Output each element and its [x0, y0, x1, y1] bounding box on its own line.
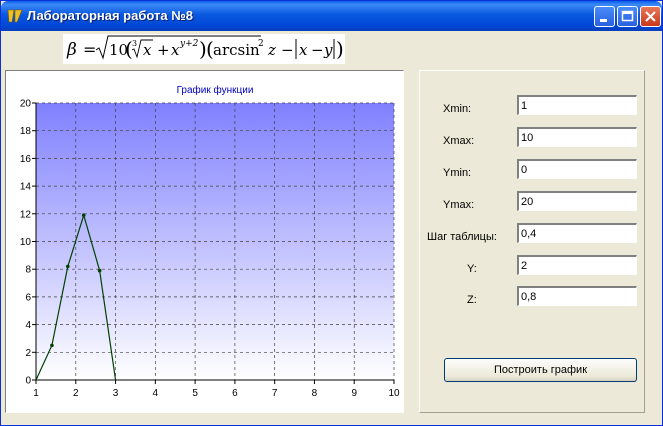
- title-bar[interactable]: Лабораторная работа №8: [1, 1, 662, 31]
- app-icon: [7, 9, 23, 23]
- x-tick-label: 5: [192, 388, 198, 399]
- parameters-panel: Xmin: Xmax: Ymin: Ymax: Шаг таблицы: Y: …: [419, 70, 645, 413]
- y-tick-label: 16: [20, 154, 32, 165]
- xmin-label: Xmin:: [443, 103, 472, 115]
- y-tick-label: 12: [20, 209, 32, 220]
- function-chart: 1 2 3 4 5 6 7 8 9 1002468101214161820 График функ…: [20, 84, 400, 399]
- formula-x2: x: [171, 41, 180, 59]
- formula-image: β = 10 ( 3 x + x y+2 ) ( arcsin 2 z − x …: [63, 34, 345, 64]
- xmin-input[interactable]: [517, 95, 637, 115]
- build-graph-button[interactable]: Построить график: [444, 358, 637, 382]
- y-tick-label: 4: [25, 320, 31, 331]
- minimize-button[interactable]: [594, 6, 615, 27]
- formula-x3: x: [299, 41, 308, 59]
- formula-arcsin: arcsin: [213, 41, 260, 59]
- xmax-label: Xmax:: [443, 135, 475, 147]
- z-label: Z:: [467, 294, 477, 306]
- plot-area: [36, 103, 394, 380]
- formula-beta: β: [66, 40, 77, 60]
- x-tick-label: 3: [113, 388, 119, 399]
- y-input[interactable]: [517, 255, 637, 275]
- formula-x1: x: [143, 41, 152, 59]
- formula-exponent: y+2: [179, 39, 199, 49]
- minimize-icon: [600, 19, 607, 22]
- y-tick-label: 14: [20, 182, 32, 193]
- y-tick-label: 8: [25, 265, 31, 276]
- close-icon: [645, 11, 656, 22]
- series-point: [50, 343, 54, 348]
- x-tick-label: 8: [312, 388, 318, 399]
- step-input[interactable]: [517, 223, 637, 243]
- formula-y: y: [323, 41, 333, 59]
- y-tick-label: 0: [25, 376, 31, 387]
- xmax-input[interactable]: [517, 127, 637, 147]
- y-tick-label: 10: [20, 237, 32, 248]
- ymax-input[interactable]: [517, 191, 637, 211]
- step-label: Шаг таблицы:: [427, 231, 497, 243]
- x-tick-label: 4: [153, 388, 159, 399]
- formula-minus2: −: [311, 41, 324, 59]
- y-tick-label: 2: [25, 348, 31, 359]
- y-tick-label: 18: [20, 126, 32, 137]
- formula-minus1: −: [281, 41, 294, 59]
- window-title: Лабораторная работа №8: [27, 8, 193, 23]
- formula-plus: +: [157, 41, 170, 59]
- ymax-label: Ymax:: [443, 199, 475, 211]
- x-tick-label: 2: [73, 388, 79, 399]
- x-tick-label: 6: [232, 388, 238, 399]
- z-input[interactable]: [517, 286, 637, 306]
- close-button[interactable]: [640, 6, 661, 27]
- ymin-label: Ymin:: [443, 167, 472, 179]
- y-label: Y:: [467, 263, 477, 275]
- maximize-icon: [621, 10, 634, 22]
- series-point: [66, 264, 70, 269]
- y-tick-label: 6: [25, 292, 31, 303]
- chart-panel: 1 2 3 4 5 6 7 8 9 10 0 2 4 6 8 10 12 14 16 18 20 График функ…: [5, 70, 404, 413]
- x-tick-label: 7: [272, 388, 278, 399]
- app-window: Лабораторная работа №8 β = 10 ( 3 x + x …: [0, 0, 663, 426]
- x-tick-label: 1: [33, 388, 39, 399]
- formula-cube-index: 3: [132, 39, 137, 48]
- formula-z: z: [267, 41, 276, 59]
- chart-title: График функции: [177, 84, 254, 96]
- maximize-button[interactable]: [617, 6, 638, 27]
- formula-rparen2: ): [336, 37, 344, 61]
- ymin-input[interactable]: [517, 159, 637, 179]
- formula-square: 2: [258, 39, 264, 49]
- x-tick-label: 10: [388, 388, 400, 399]
- y-tick-label: 20: [20, 99, 32, 110]
- formula-equals: =: [83, 40, 96, 59]
- series-point: [81, 213, 86, 217]
- series-point: [97, 268, 102, 273]
- x-tick-label: 9: [351, 388, 357, 399]
